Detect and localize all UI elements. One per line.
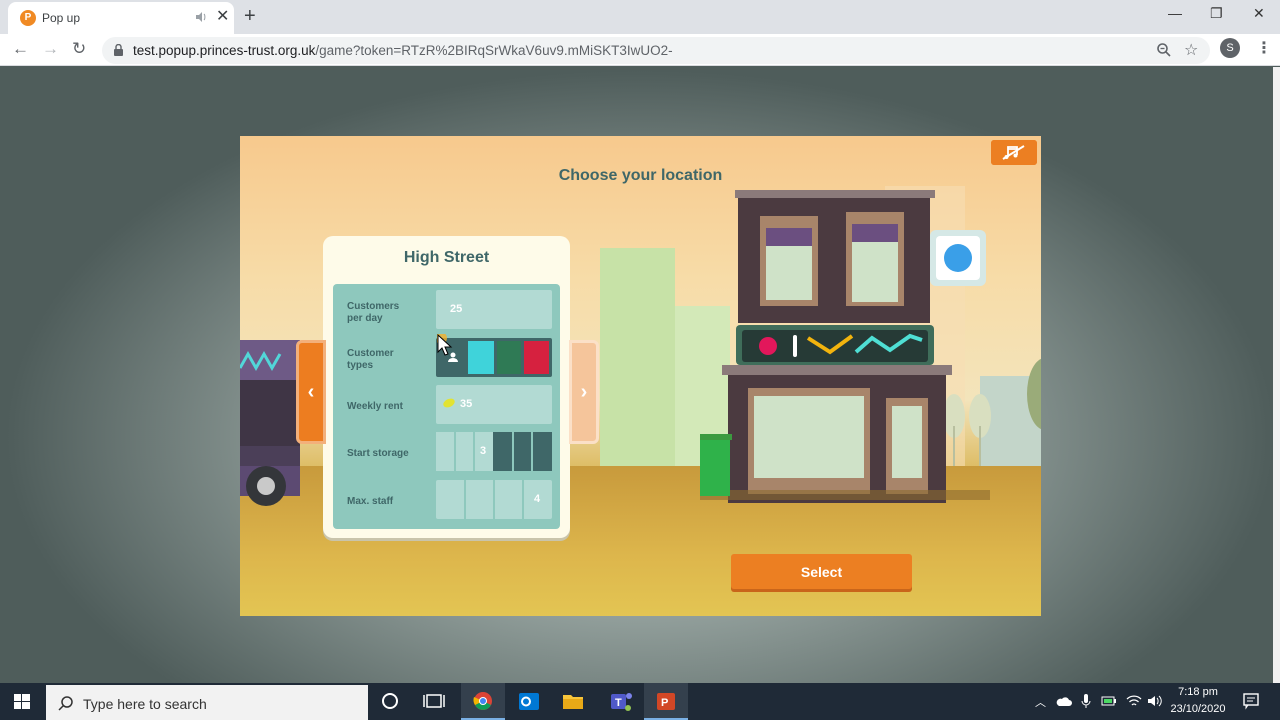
stat-label-start-storage: Start storage	[347, 448, 409, 460]
zoom-icon[interactable]	[1156, 42, 1172, 58]
profile-avatar[interactable]: S	[1220, 38, 1240, 58]
chevron-left-icon: ‹	[307, 381, 315, 403]
chevron-right-icon: ›	[580, 381, 588, 403]
volume-icon[interactable]	[1147, 694, 1163, 708]
windows-taskbar: Type here to search T P ︿ 7:18 pm 23/10/…	[0, 683, 1280, 720]
storage-segments	[436, 432, 552, 471]
teams-icon[interactable]: T	[599, 683, 643, 720]
task-view-icon[interactable]	[412, 683, 456, 720]
windows-start-icon[interactable]	[0, 683, 44, 720]
stats-panel: Customers per day 25 Customer types Week…	[333, 284, 560, 529]
coin-icon	[443, 398, 455, 408]
max-staff-value: 4	[534, 493, 541, 505]
stat-label-line: Max. staff	[347, 496, 394, 507]
lock-icon[interactable]	[114, 44, 123, 56]
mouse-cursor-icon	[437, 334, 453, 356]
stat-label-line: per day	[347, 313, 383, 324]
notifications-icon[interactable]	[1242, 692, 1260, 710]
start-storage-value: 3	[480, 445, 487, 457]
url-host: test.popup.princes-trust.org.uk	[133, 43, 316, 58]
url-text: test.popup.princes-trust.org.uk/game?tok…	[133, 43, 673, 58]
food-van	[240, 340, 300, 506]
powerpoint-icon: P	[657, 693, 675, 710]
show-hidden-icons-icon[interactable]: ︿	[1035, 694, 1046, 710]
outlook-icon[interactable]	[507, 683, 551, 720]
start-storage-bar: 3	[436, 432, 552, 471]
location-card: High Street Customers per day 25 Custome…	[323, 236, 570, 538]
browser-tab[interactable]: P Pop up ✕	[8, 2, 234, 34]
page-title: Choose your location	[558, 167, 723, 184]
select-button[interactable]: Select	[731, 554, 912, 589]
weekly-rent-value-box: 35	[436, 385, 552, 424]
address-bar[interactable]: test.popup.princes-trust.org.uk/game?tok…	[102, 37, 1210, 64]
minimize-icon[interactable]: —	[1168, 5, 1182, 21]
shop-building	[700, 190, 990, 503]
battery-icon[interactable]	[1101, 694, 1117, 708]
stat-label-line: Start storage	[347, 448, 409, 459]
customer-type-swatch	[497, 341, 521, 374]
search-icon	[58, 696, 73, 711]
tree-icon	[1027, 358, 1041, 430]
stat-label-max-staff: Max. staff	[347, 496, 393, 508]
clock-time[interactable]: 7:18 pm	[1168, 686, 1228, 698]
location-name: High Street	[403, 249, 490, 266]
stat-label-customer-types: Customer types	[347, 348, 394, 372]
wifi-icon[interactable]	[1126, 694, 1142, 708]
restore-icon[interactable]: ❐	[1210, 5, 1223, 22]
customer-type-swatch	[524, 341, 549, 374]
svg-text:P: P	[661, 697, 668, 709]
powerpoint-taskbar-button[interactable]: P	[644, 683, 688, 720]
chrome-icon	[473, 692, 492, 710]
stat-label-line: Customer	[347, 348, 394, 359]
microphone-icon[interactable]	[1080, 693, 1092, 709]
popup-favicon-icon: P	[20, 10, 36, 26]
stat-label-weekly-rent: Weekly rent	[347, 401, 403, 413]
window-close-icon[interactable]: ✕	[1253, 5, 1265, 22]
svg-text:T: T	[615, 697, 622, 709]
cortana-icon[interactable]	[368, 683, 412, 720]
file-explorer-icon[interactable]	[551, 683, 595, 720]
customers-per-day-value-box: 25	[436, 290, 552, 329]
customer-types-bar	[436, 338, 552, 377]
back-icon[interactable]: ←	[12, 40, 29, 58]
select-button-label: Select	[800, 564, 843, 580]
stat-label-line: Customers	[347, 301, 400, 312]
background-building	[600, 248, 675, 466]
tab-title: Pop up	[42, 11, 81, 25]
new-tab-icon[interactable]: +	[244, 5, 256, 27]
taskbar-search[interactable]: Type here to search	[46, 685, 368, 720]
scrollbar[interactable]	[1273, 67, 1280, 683]
audio-icon[interactable]	[194, 10, 208, 24]
onedrive-icon[interactable]	[1056, 694, 1072, 710]
stat-label-line: Weekly rent	[347, 401, 403, 412]
star-icon[interactable]: ☆	[1184, 40, 1198, 60]
stat-label-customers-per-day: Customers per day	[347, 301, 399, 325]
tab-strip: P Pop up ✕ + — ❐ ✕	[0, 0, 1280, 34]
reload-icon[interactable]: ↻	[72, 40, 86, 58]
game-canvas: Choose your location High Street Custome…	[240, 136, 1041, 616]
next-location-button[interactable]: ›	[569, 340, 599, 444]
customers-per-day-value: 25	[450, 303, 463, 315]
chrome-taskbar-button[interactable]	[461, 683, 505, 720]
search-placeholder: Type here to search	[83, 696, 207, 712]
customer-type-swatch	[468, 341, 494, 374]
url-path: /game?token=RTzR%2BIRqSrWkaV6uv9.mMiSKT3…	[315, 43, 673, 58]
address-toolbar: ← → ↻ test.popup.princes-trust.org.uk/ga…	[0, 34, 1280, 66]
mute-music-button[interactable]	[991, 140, 1037, 165]
weekly-rent-value: 35	[460, 398, 473, 410]
stat-label-line: types	[347, 360, 374, 371]
previous-location-button[interactable]: ‹	[296, 340, 326, 444]
forward-icon[interactable]: →	[42, 40, 59, 58]
clock-date[interactable]: 23/10/2020	[1166, 703, 1230, 715]
menu-icon[interactable]: ⋮	[1256, 40, 1272, 58]
max-staff-bar: 4	[436, 480, 552, 519]
tab-close-icon[interactable]: ✕	[216, 8, 229, 26]
